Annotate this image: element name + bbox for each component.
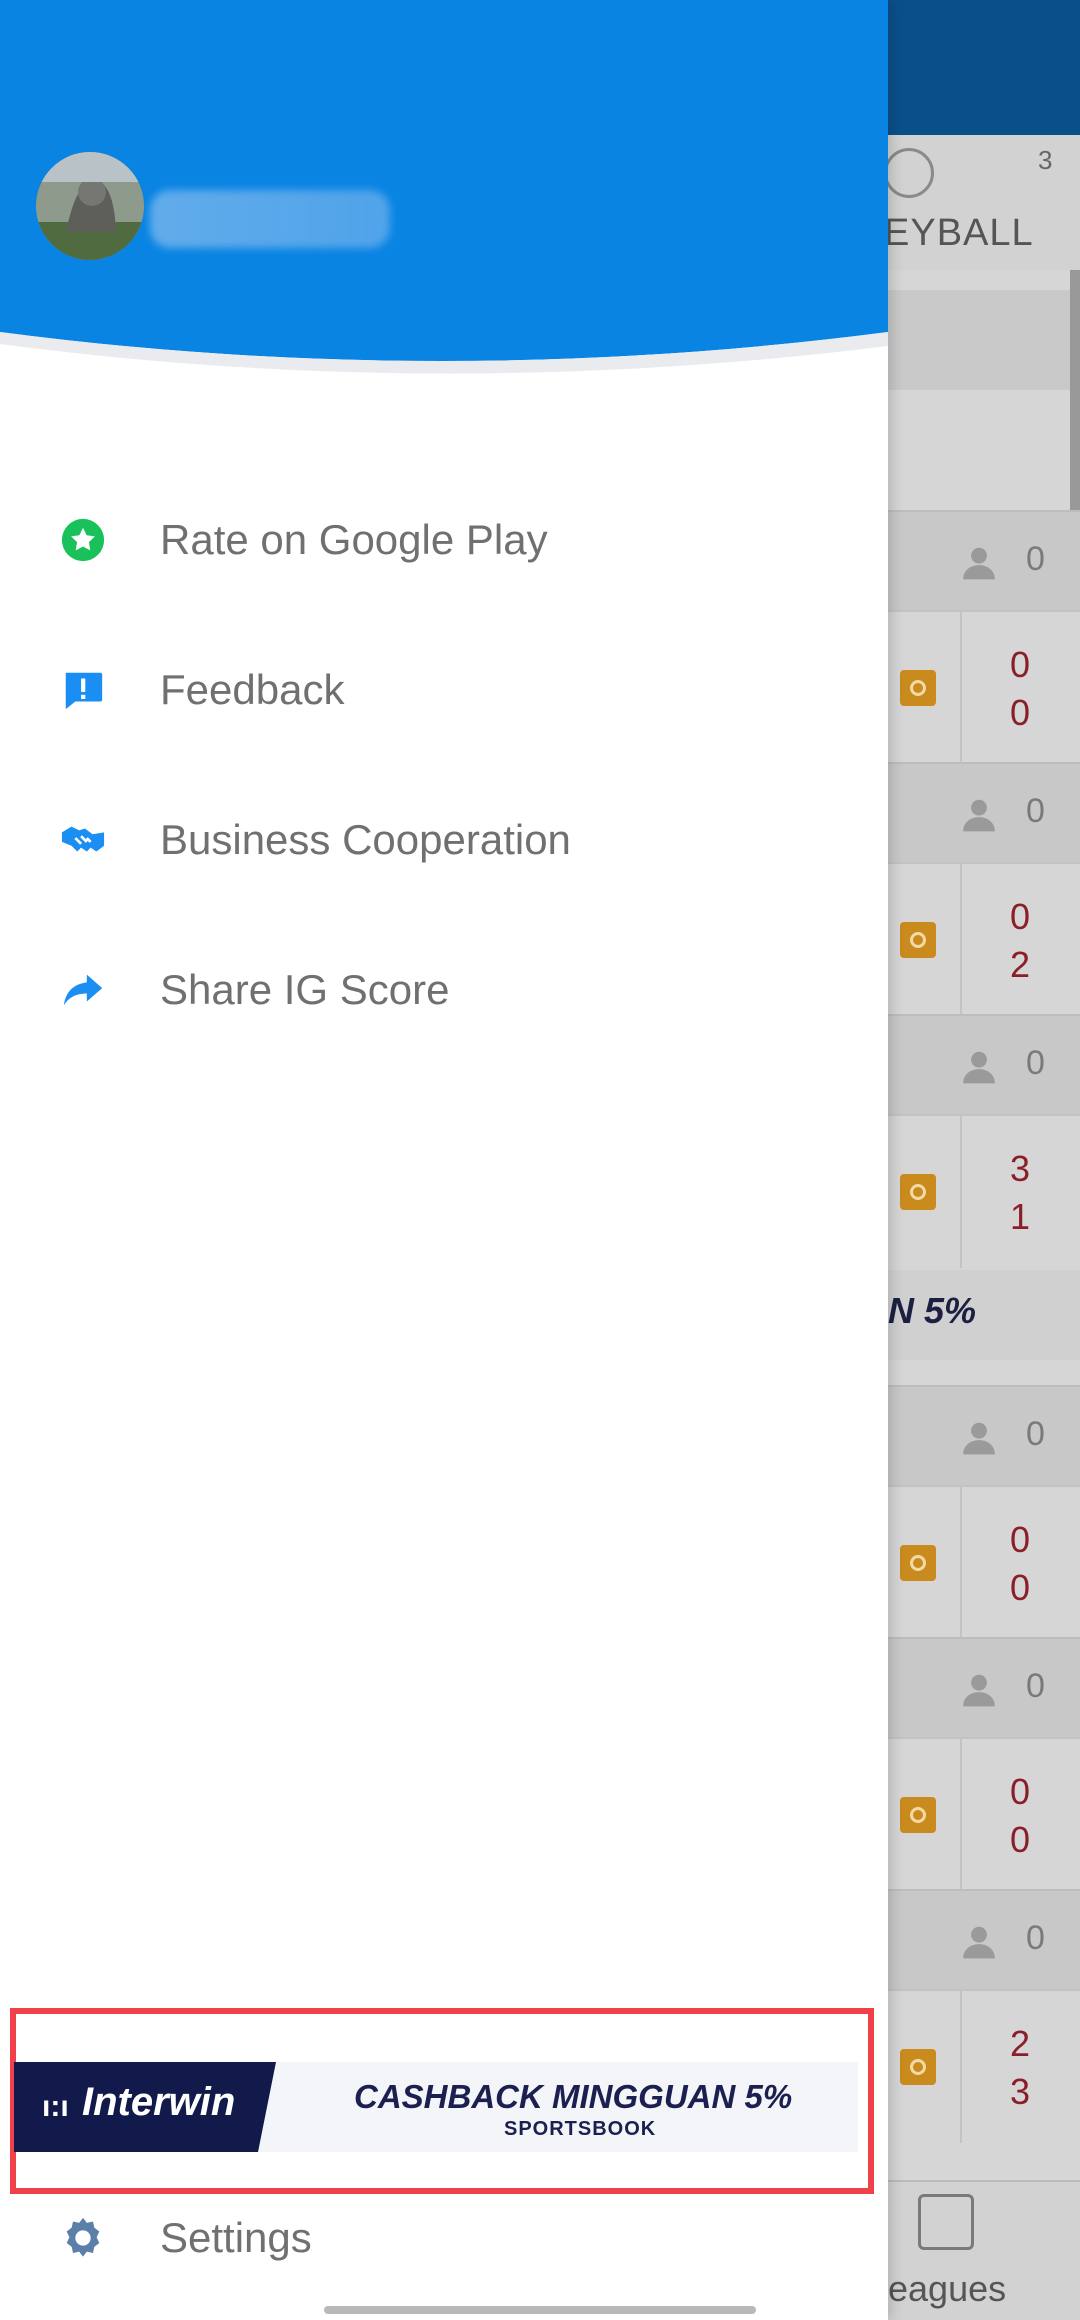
score-away: 3: [1010, 2071, 1031, 2112]
settings-label: Settings: [160, 2214, 312, 2261]
live-field-icon: [900, 922, 936, 958]
menu-item-business[interactable]: Business Cooperation: [0, 770, 888, 910]
menu-item-feedback[interactable]: Feedback: [0, 620, 888, 760]
score-away: 0: [1010, 1819, 1031, 1860]
match-header: 0: [888, 1014, 1080, 1114]
viewer-count: 0: [1026, 1044, 1045, 1082]
drawer-header: [0, 0, 888, 390]
volleyball-icon: [884, 148, 934, 198]
match-row: 0 2: [888, 862, 1080, 1016]
menu-item-rate[interactable]: Rate on Google Play: [0, 470, 888, 610]
menu-item-share[interactable]: Share IG Score: [0, 920, 888, 1060]
match-row: 0 0: [888, 1737, 1080, 1891]
menu-label: Share IG Score: [160, 966, 450, 1013]
ad-subtitle: SPORTSBOOK: [504, 2118, 657, 2140]
user-avatar[interactable]: [36, 152, 144, 260]
score-away: 0: [1010, 1567, 1031, 1608]
background-tab-volleyball: EYBALL: [884, 212, 1034, 254]
match-row: 3 1: [888, 1114, 1080, 1268]
score-home: 3: [1010, 1148, 1031, 1189]
handshake-icon: [61, 826, 105, 852]
interwin-logo-mark: ı:ı: [42, 2090, 69, 2123]
viewer-count: 0: [1026, 1415, 1045, 1453]
viewer-count: 0: [1026, 1667, 1045, 1705]
match-header: 0: [888, 762, 1080, 862]
score-home: 0: [1010, 1519, 1031, 1560]
score-away: 0: [1010, 692, 1031, 733]
username-blurred: [150, 190, 390, 248]
person-icon: [963, 547, 995, 580]
background-nav-leagues: eagues: [888, 2268, 1007, 2309]
leagues-chart-icon: [918, 2194, 974, 2250]
score-home: 0: [1010, 896, 1031, 937]
viewer-count: 0: [1026, 792, 1045, 830]
interwin-logo-text: Interwin: [82, 2080, 236, 2124]
feedback-icon: [65, 672, 103, 710]
person-icon: [963, 1422, 995, 1455]
match-row: 0 0: [888, 1485, 1080, 1639]
gear-icon: [66, 2217, 100, 2257]
viewer-count: 0: [1026, 540, 1045, 578]
ad-headline: CASHBACK MINGGUAN 5%: [354, 2078, 793, 2115]
share-icon: [63, 974, 103, 1006]
match-header: 0: [888, 1889, 1080, 1989]
person-icon: [963, 799, 995, 832]
menu-label: Business Cooperation: [160, 816, 571, 863]
menu-item-settings[interactable]: Settings: [0, 2168, 888, 2308]
background-ad-text: N 5%: [888, 1290, 977, 1331]
background-tab-count: 3: [1038, 145, 1053, 175]
ad-banner[interactable]: ı:ı Interwin CASHBACK MINGGUAN 5% SPORTS…: [14, 2062, 858, 2152]
person-icon: [963, 1926, 995, 1959]
live-field-icon: [900, 1174, 936, 1210]
score-home: 0: [1010, 644, 1031, 685]
match-header: 0: [888, 1385, 1080, 1485]
person-icon: [963, 1674, 995, 1707]
person-icon: [963, 1051, 995, 1084]
menu-label: Feedback: [160, 666, 345, 713]
match-header: 0: [888, 1637, 1080, 1737]
score-home: 2: [1010, 2023, 1031, 2064]
avatar-photo: [36, 152, 144, 260]
live-field-icon: [900, 1545, 936, 1581]
live-field-icon: [900, 2049, 936, 2085]
score-away: 1: [1010, 1196, 1031, 1237]
star-badge-icon: [61, 518, 105, 562]
navigation-drawer: Rate on Google Play Feedback Business Co…: [0, 0, 888, 2320]
menu-label: Rate on Google Play: [160, 516, 548, 563]
live-field-icon: [900, 1797, 936, 1833]
match-header: 0: [888, 510, 1080, 610]
viewer-count: 0: [1026, 1919, 1045, 1957]
home-indicator: [324, 2306, 756, 2314]
score-away: 2: [1010, 944, 1031, 985]
live-field-icon: [900, 670, 936, 706]
match-row: 2 3: [888, 1989, 1080, 2143]
score-home: 0: [1010, 1771, 1031, 1812]
match-row: 0 0: [888, 610, 1080, 764]
